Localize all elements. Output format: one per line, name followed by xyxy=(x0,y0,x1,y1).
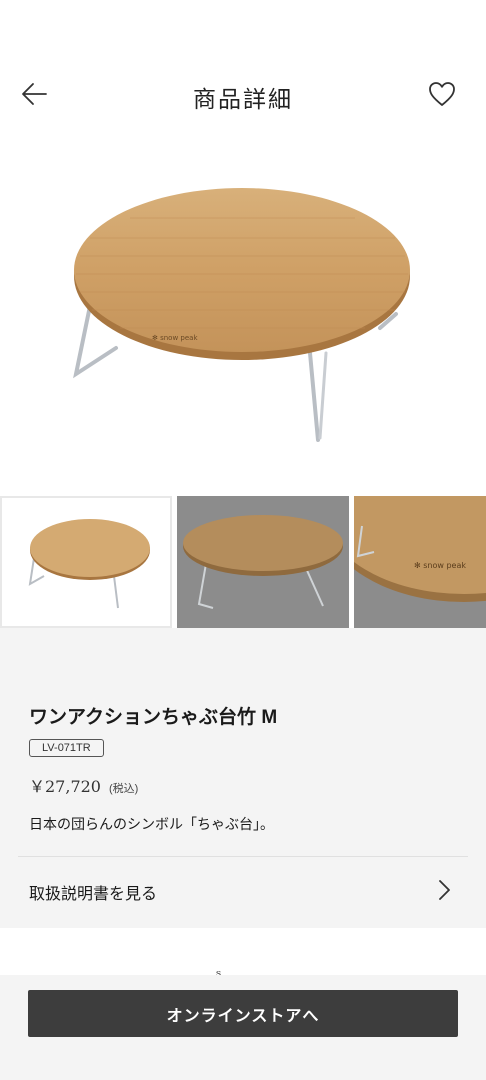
manual-link-label: 取扱説明書を見る xyxy=(29,886,158,903)
bottom-action-bar: オンラインストアへ xyxy=(0,975,486,1080)
online-store-button[interactable]: オンラインストアへ xyxy=(28,990,458,1037)
thumbnail-closeup-image: ✻ snow peak xyxy=(354,496,486,628)
thumbnail-table-white-image xyxy=(28,519,150,609)
svg-text:✻ snow peak: ✻ snow peak xyxy=(152,334,198,342)
thumbnail-1[interactable] xyxy=(0,496,172,628)
page-title: 商品詳細 xyxy=(193,87,293,113)
price-value: ￥27,720 xyxy=(29,777,101,796)
thumbnail-table-gray-image xyxy=(177,496,349,628)
product-price: ￥27,720 (税込) xyxy=(29,773,138,797)
thumbnail-strip: ✻ snow peak xyxy=(0,496,486,628)
thumbnail-3[interactable]: ✻ snow peak xyxy=(354,496,486,628)
round-table-illustration: ✻ snow peak xyxy=(73,188,410,442)
manual-link-row[interactable]: 取扱説明書を見る xyxy=(0,858,486,924)
favorite-button[interactable] xyxy=(422,74,462,114)
product-name: ワンアクションちゃぶ台竹 M xyxy=(29,707,278,728)
main-product-image[interactable]: ✻ snow peak xyxy=(0,148,486,488)
product-info-panel: ワンアクションちゃぶ台竹 M LV-071TR ￥27,720 (税込) 日本の団… xyxy=(0,628,486,928)
product-description: 日本の団らんのシンボル「ちゃぶ台」。 xyxy=(29,816,274,832)
product-code-badge: LV-071TR xyxy=(29,739,104,757)
svg-text:✻ snow peak: ✻ snow peak xyxy=(414,561,466,570)
heart-icon xyxy=(429,82,455,106)
thumbnail-2[interactable] xyxy=(177,496,349,628)
header: 商品詳細 xyxy=(0,56,486,136)
chevron-right-icon xyxy=(439,880,450,900)
divider xyxy=(18,856,468,857)
tax-note: (税込) xyxy=(109,783,139,795)
